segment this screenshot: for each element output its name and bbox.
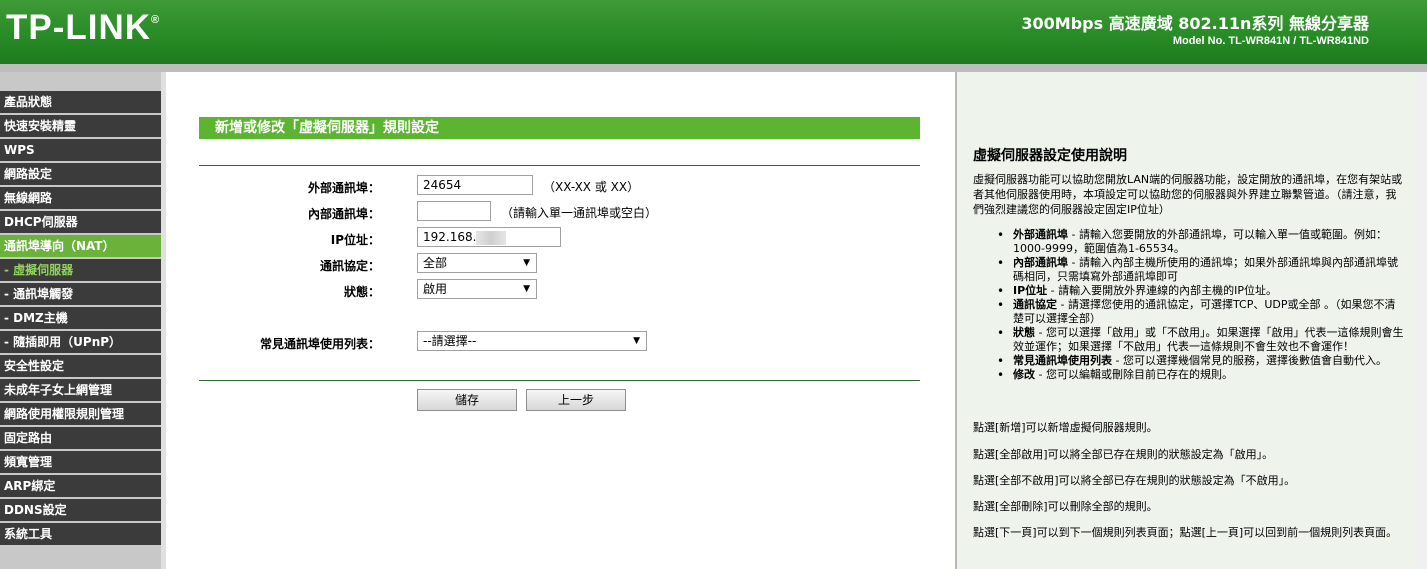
dropdown-arrow-icon: ▼ [523, 284, 530, 294]
sidebar-item-upnp[interactable]: - 隨插即用（UPnP） [0, 331, 161, 353]
help-bullet-list: 外部通訊埠 - 請輸入您要開放的外部通訊埠，可以輸入單一值或範圍。例如：1000… [997, 228, 1405, 382]
internal-port-label: 內部通訊埠： [307, 207, 380, 221]
bottom-divider [199, 380, 920, 381]
sidebar-item-parental-control[interactable]: 未成年子女上網管理 [0, 379, 161, 401]
bullet-term: 內部通訊埠 [1013, 256, 1068, 269]
dropdown-arrow-icon: ▼ [523, 258, 530, 268]
bullet-term: 狀態 [1013, 326, 1035, 339]
sidebar-item-wireless[interactable]: 無線網路 [0, 187, 161, 209]
status-value: 啟用 [423, 282, 448, 296]
bullet-term: IP位址 [1013, 284, 1048, 297]
bullet-text: - 您可以選擇「啟用」或「不啟用」。如果選擇「啟用」代表一這條規則會生效並運作；… [1013, 326, 1404, 353]
list-item: 常見通訊埠使用列表 - 您可以選擇幾個常見的服務，選擇後數值會自動代入。 [997, 354, 1405, 368]
common-ports-value: --請選擇-- [423, 334, 477, 348]
header-banner: TP-LINK® 300Mbps 高速廣域 802.11n系列 無線分享器 Mo… [0, 0, 1427, 64]
logo-text: TP-LINK [6, 8, 152, 47]
sidebar-item-ddns[interactable]: DDNS設定 [0, 499, 161, 521]
list-item: 修改 - 您可以編輯或刪除目前已存在的規則。 [997, 368, 1405, 382]
external-port-input[interactable]: 24654 [417, 175, 533, 195]
common-ports-label: 常見通訊埠使用列表： [259, 337, 380, 351]
help-paragraph-enable-all: 點選[全部啟用]可以將全部已存在規則的狀態設定為「啟用」。 [973, 448, 1274, 461]
bullet-term: 常見通訊埠使用列表 [1013, 354, 1112, 367]
sidebar-item-bandwidth[interactable]: 頻寬管理 [0, 451, 161, 473]
list-item: 外部通訊埠 - 請輸入您要開放的外部通訊埠，可以輸入單一值或範圍。例如：1000… [997, 228, 1405, 256]
sidebar-item-status[interactable]: 產品狀態 [0, 91, 161, 113]
ip-address-input[interactable]: 192.168. [417, 227, 561, 247]
ip-address-value: 192.168. [423, 230, 477, 244]
list-item: 內部通訊埠 - 請輸入內部主機所使用的通訊埠；如果外部通訊埠與內部通訊埠號碼相同… [997, 256, 1405, 284]
help-paragraph-add: 點選[新增]可以新增虛擬伺服器規則。 [973, 421, 1158, 434]
page-title: 新增或修改「虛擬伺服器」規則設定 [199, 117, 920, 139]
bullet-text: - 請選擇您使用的通訊協定，可選擇TCP、UDP或全部 。（如果您不清楚可以選擇… [1013, 298, 1396, 325]
save-button[interactable]: 儲存 [417, 389, 517, 411]
tp-link-logo: TP-LINK® [6, 8, 160, 48]
sidebar-item-security[interactable]: 安全性設定 [0, 355, 161, 377]
list-item: IP位址 - 請輸入要開放外界連線的內部主機的IP位址。 [997, 284, 1405, 298]
bullet-text: - 您可以選擇幾個常見的服務，選擇後數值會自動代入。 [1112, 354, 1387, 367]
bullet-text: - 您可以編輯或刪除目前已存在的規則。 [1035, 368, 1233, 381]
sidebar-item-network[interactable]: 網路設定 [0, 163, 161, 185]
sidebar-item-system-tools[interactable]: 系統工具 [0, 523, 161, 545]
bullet-text: - 請輸入要開放外界連線的內部主機的IP位址。 [1047, 284, 1277, 297]
external-port-label: 外部通訊埠： [307, 181, 380, 195]
internal-port-hint: （請輸入單一通訊埠或空白） [501, 206, 658, 220]
redacted-ip-segment [476, 230, 507, 245]
logo-registered-mark: ® [151, 14, 161, 26]
main-panel: 新增或修改「虛擬伺服器」規則設定 外部通訊埠： 24654 （XX-XX 或 X… [166, 72, 955, 569]
sidebar-item-dmz[interactable]: - DMZ主機 [0, 307, 161, 329]
model-number: Model No. TL-WR841N / TL-WR841ND [1172, 35, 1369, 47]
sidebar-item-dhcp[interactable]: DHCP伺服器 [0, 211, 161, 233]
back-button[interactable]: 上一步 [526, 389, 626, 411]
bullet-term: 外部通訊埠 [1013, 228, 1068, 241]
external-port-hint: （XX-XX 或 XX） [543, 180, 640, 194]
protocol-value: 全部 [423, 256, 448, 270]
top-divider [199, 165, 920, 166]
help-title: 虛擬伺服器設定使用說明 [973, 148, 1127, 164]
bullet-text: - 請輸入內部主機所使用的通訊埠；如果外部通訊埠與內部通訊埠號碼相同，只需填寫外… [1013, 256, 1398, 283]
bullet-text: - 請輸入您要開放的外部通訊埠，可以輸入單一值或範圍。例如：1000-9999，… [1013, 228, 1387, 255]
internal-port-input[interactable] [417, 201, 491, 221]
dropdown-arrow-icon: ▼ [633, 336, 640, 346]
product-name: 300Mbps 高速廣域 802.11n系列 無線分享器 [1021, 14, 1369, 33]
common-ports-select[interactable]: --請選擇-- ▼ [417, 331, 647, 351]
sidebar-item-forwarding[interactable]: 通訊埠導向（NAT） [0, 235, 161, 257]
status-select[interactable]: 啟用 ▼ [417, 279, 537, 299]
protocol-select[interactable]: 全部 ▼ [417, 253, 537, 273]
help-paragraph-paging: 點選[下一頁]可以到下一個規則列表頁面；點選[上一頁]可以回到前一個規則列表頁面… [973, 526, 1398, 539]
sidebar-item-access-control[interactable]: 網路使用權限規則管理 [0, 403, 161, 425]
sidebar-item-quick-setup[interactable]: 快速安裝精靈 [0, 115, 161, 137]
bullet-term: 通訊協定 [1013, 298, 1057, 311]
status-label: 狀態： [343, 285, 380, 299]
help-panel: 虛擬伺服器設定使用說明 虛擬伺服器功能可以協助您開放LAN端的伺服器功能，設定開… [957, 72, 1415, 569]
help-paragraph-delete-all: 點選[全部刪除]可以刪除全部的規則。 [973, 500, 1158, 513]
sidebar-menu: 產品狀態 快速安裝精靈 WPS 網路設定 無線網路 DHCP伺服器 通訊埠導向（… [0, 91, 161, 547]
sidebar-item-wps[interactable]: WPS [0, 139, 161, 161]
help-intro: 虛擬伺服器功能可以協助您開放LAN端的伺服器功能，設定開放的通訊埠，在您有架站或… [973, 173, 1403, 216]
help-scrollbar[interactable] [1415, 72, 1427, 569]
header-divider [0, 64, 1427, 72]
sidebar-item-arp-binding[interactable]: ARP綁定 [0, 475, 161, 497]
sidebar: 產品狀態 快速安裝精靈 WPS 網路設定 無線網路 DHCP伺服器 通訊埠導向（… [0, 72, 166, 569]
list-item: 通訊協定 - 請選擇您使用的通訊協定，可選擇TCP、UDP或全部 。（如果您不清… [997, 298, 1405, 326]
bullet-term: 修改 [1013, 368, 1035, 381]
ip-address-label: IP位址： [330, 233, 380, 247]
sidebar-item-static-routing[interactable]: 固定路由 [0, 427, 161, 449]
protocol-label: 通訊協定： [319, 259, 380, 273]
list-item: 狀態 - 您可以選擇「啟用」或「不啟用」。如果選擇「啟用」代表一這條規則會生效並… [997, 326, 1405, 354]
help-paragraph-disable-all: 點選[全部不啟用]可以將全部已存在規則的狀態設定為「不啟用」。 [973, 474, 1296, 487]
sidebar-item-virtual-servers[interactable]: - 虛擬伺服器 [0, 259, 161, 281]
sidebar-item-port-triggering[interactable]: - 通訊埠觸發 [0, 283, 161, 305]
